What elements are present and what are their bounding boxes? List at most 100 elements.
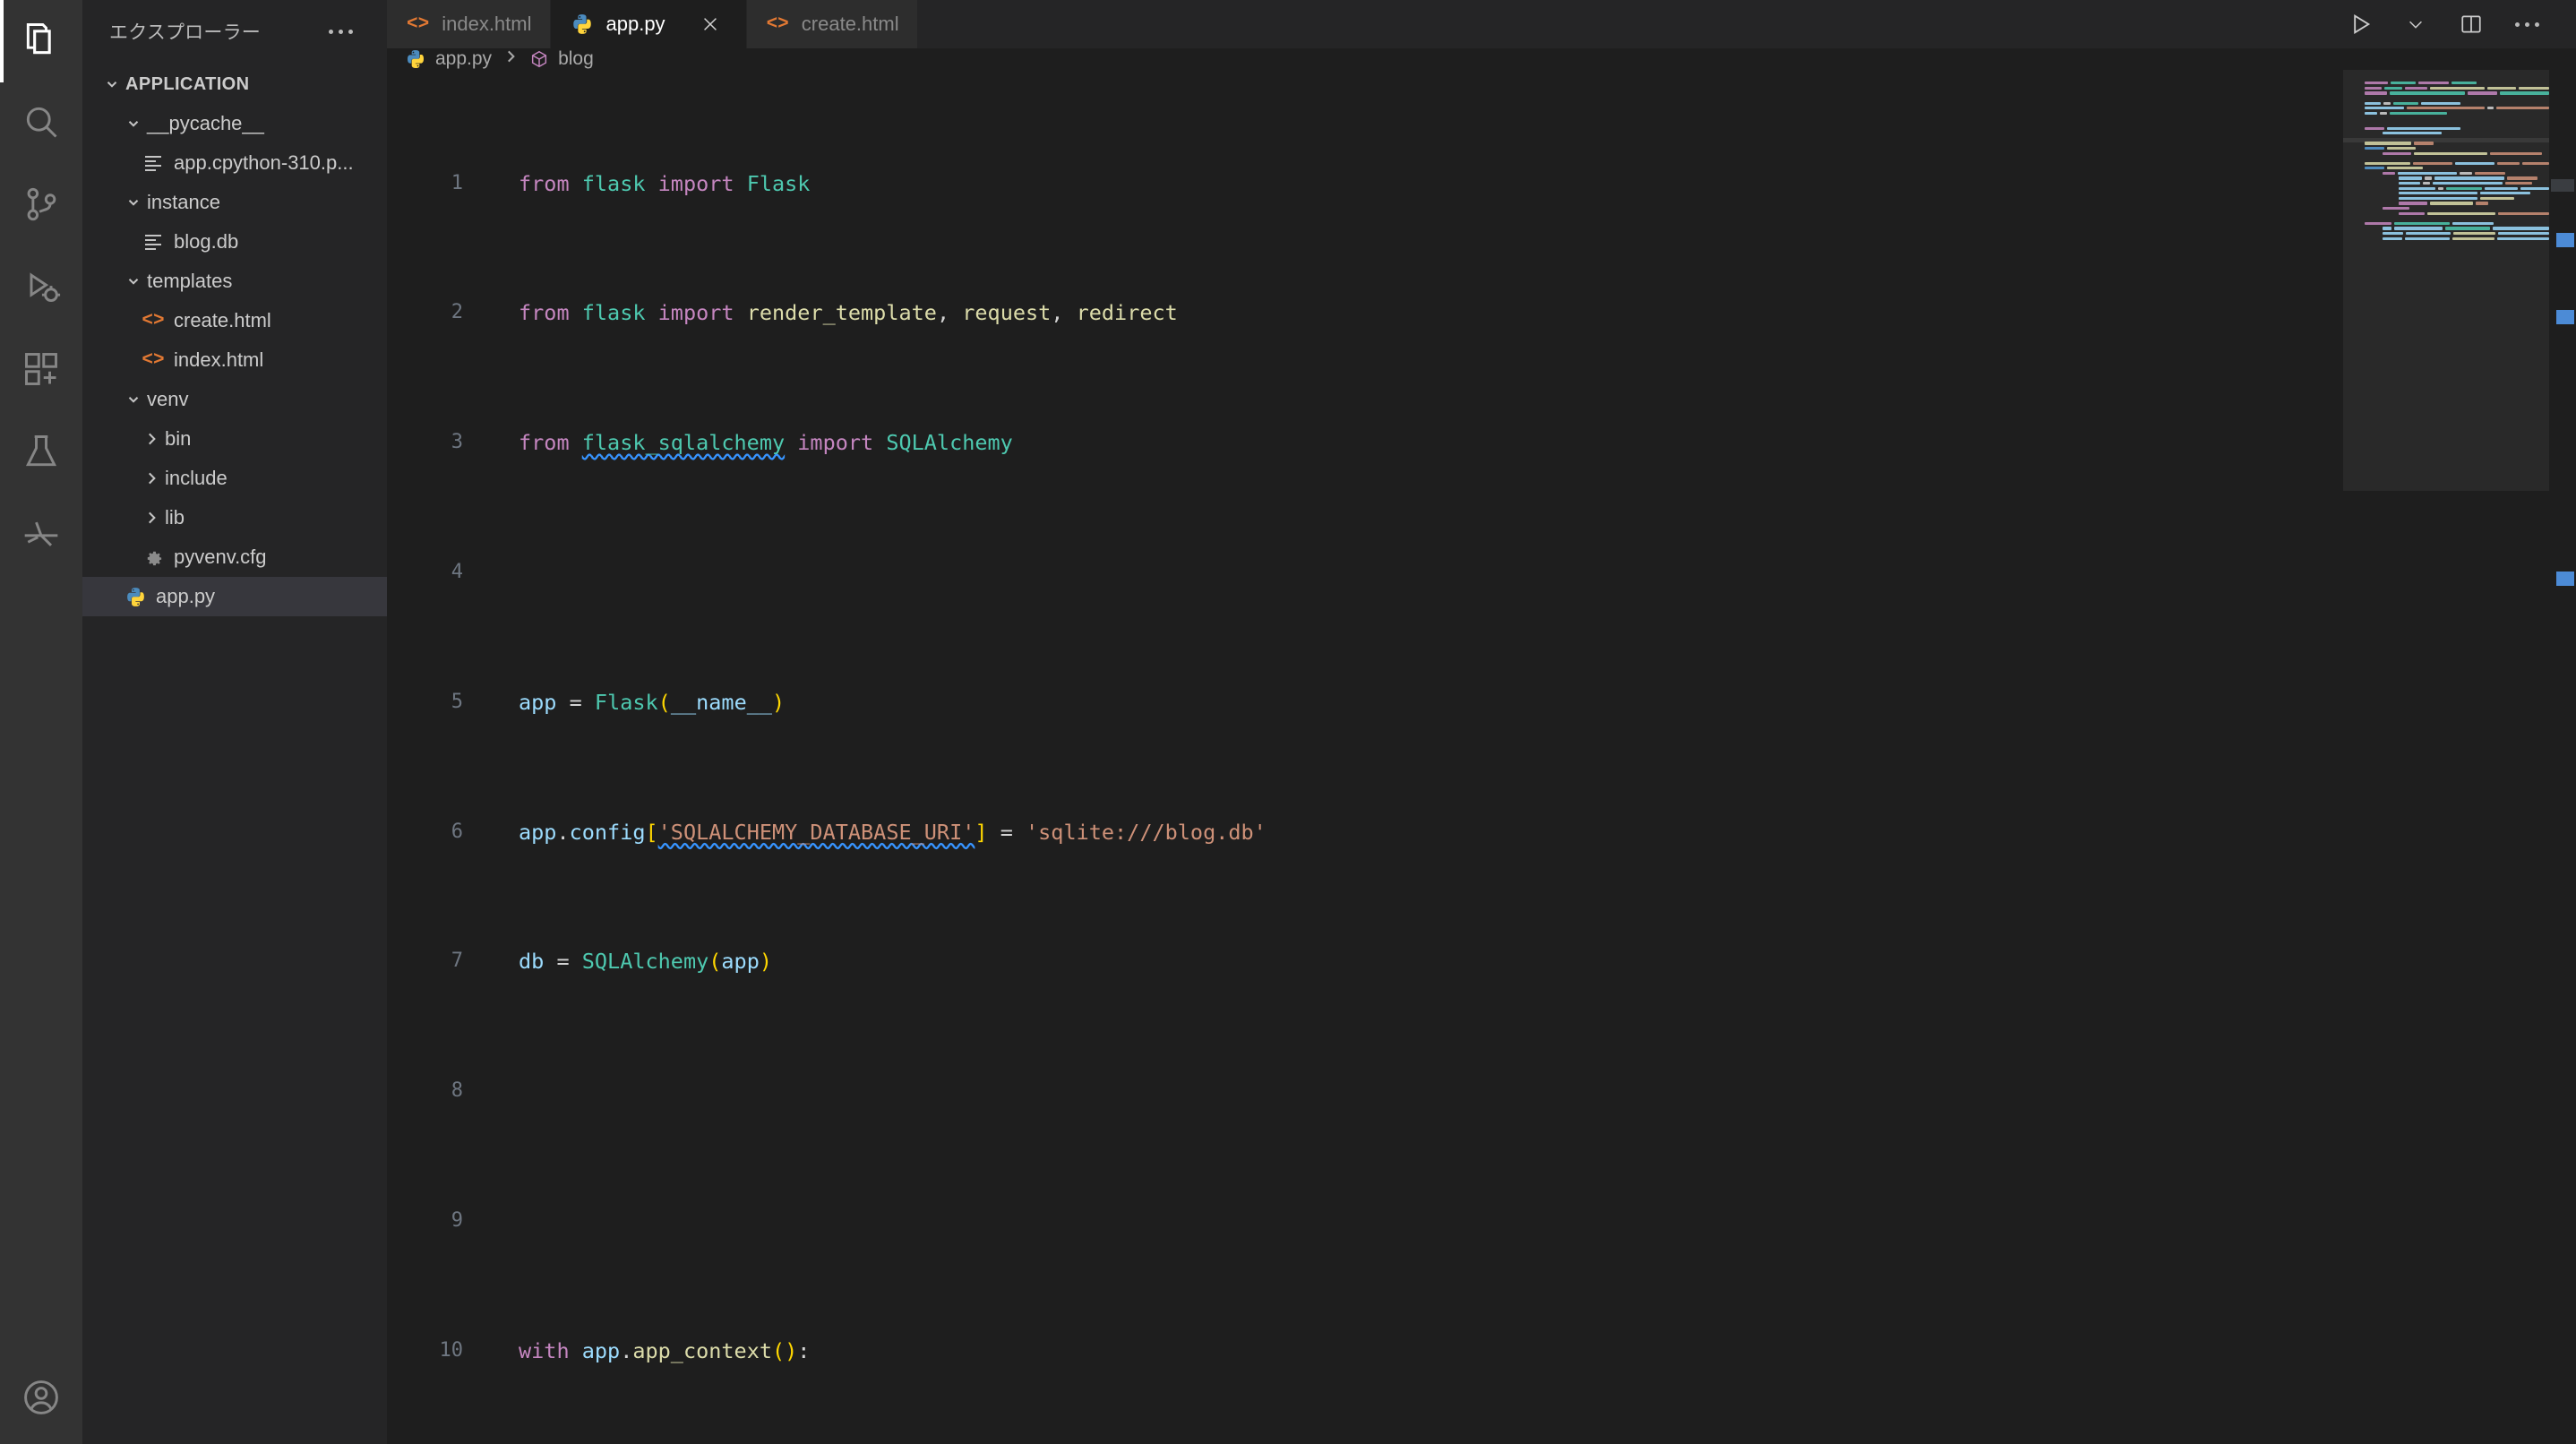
activity-item-accounts[interactable] bbox=[0, 1362, 82, 1444]
tab-create-html[interactable]: <> create.html bbox=[746, 0, 918, 48]
chevron-right-icon bbox=[502, 48, 519, 70]
tab-bar-empty-space bbox=[917, 0, 2336, 48]
breadcrumb-label: app.py bbox=[435, 48, 493, 69]
activity-item-source-control[interactable] bbox=[0, 165, 82, 247]
tree-item-app-py[interactable]: app.py bbox=[82, 577, 387, 616]
minimap-line bbox=[2343, 236, 2549, 241]
tree-item-instance[interactable]: instance bbox=[82, 183, 387, 222]
chevron-right-icon bbox=[138, 419, 165, 459]
chevron-right-icon bbox=[138, 498, 165, 537]
code-line[interactable]: 10 with app.app_context(): bbox=[387, 1335, 2576, 1367]
line-number: 6 bbox=[451, 820, 463, 843]
activity-item-search[interactable] bbox=[0, 82, 82, 165]
html-icon: <> bbox=[766, 13, 789, 35]
sidebar-header: エクスプローラー bbox=[82, 0, 387, 63]
code-line[interactable]: 8 bbox=[387, 1075, 2576, 1107]
activity-item-run-debug[interactable] bbox=[0, 247, 82, 330]
code-line[interactable]: 5 app = Flask(__name__) bbox=[387, 686, 2576, 718]
line-number: 10 bbox=[439, 1338, 464, 1362]
line-number: 1 bbox=[451, 171, 463, 194]
run-button[interactable] bbox=[2336, 0, 2384, 48]
breadcrumb-item-symbol[interactable]: blog bbox=[529, 48, 594, 70]
tree-item-pycache[interactable]: __pycache__ bbox=[82, 104, 387, 143]
tree-item-lib[interactable]: lib bbox=[82, 498, 387, 537]
tree-item-blog-db[interactable]: blog.db bbox=[82, 222, 387, 262]
decoration-marker bbox=[2556, 572, 2574, 586]
minimap[interactable] bbox=[2343, 70, 2549, 1444]
tab-index-html[interactable]: <> index.html bbox=[387, 0, 551, 48]
tree-item-include[interactable]: include bbox=[82, 459, 387, 498]
tab-label: create.html bbox=[801, 13, 899, 35]
tree-item-label: __pycache__ bbox=[147, 112, 264, 134]
activity-bar bbox=[0, 0, 82, 1444]
activity-item-explorer[interactable] bbox=[0, 0, 82, 82]
files-icon bbox=[21, 20, 61, 64]
file-tree: APPLICATION __pycache__ app.cpython-310.… bbox=[82, 63, 387, 1444]
close-icon[interactable] bbox=[692, 6, 728, 42]
code-editor[interactable]: 1 from flask import Flask 2 from flask imp… bbox=[387, 70, 2576, 1444]
code-scroll-area[interactable]: 1 from flask import Flask 2 from flask imp… bbox=[387, 70, 2576, 1444]
code-line[interactable]: 3 from flask_sqlalchemy import SQLAlchemy bbox=[387, 426, 2576, 459]
tab-label: index.html bbox=[442, 13, 532, 35]
code-content[interactable]: 1 from flask import Flask 2 from flask imp… bbox=[387, 70, 2576, 1444]
tree-item-venv[interactable]: venv bbox=[82, 380, 387, 419]
symbol-namespace-icon bbox=[529, 49, 549, 69]
code-line[interactable]: 4 bbox=[387, 556, 2576, 589]
html-icon: <> bbox=[142, 349, 165, 371]
tree-item-label: instance bbox=[147, 191, 220, 213]
activity-item-testing[interactable] bbox=[0, 412, 82, 494]
chevron-down-icon bbox=[120, 104, 147, 143]
line-number: 8 bbox=[451, 1079, 463, 1103]
decoration-marker bbox=[2556, 310, 2574, 324]
tree-item-create-html[interactable]: <> create.html bbox=[82, 301, 387, 340]
tree-item-index-html[interactable]: <> index.html bbox=[82, 340, 387, 380]
chevron-down-icon bbox=[99, 64, 125, 104]
more-actions-button[interactable] bbox=[2503, 0, 2551, 48]
tree-item-label: index.html bbox=[174, 348, 264, 371]
tree-item-bin[interactable]: bin bbox=[82, 419, 387, 459]
activity-item-remote-explorer[interactable] bbox=[0, 494, 82, 577]
tab-app-py[interactable]: app.py bbox=[550, 0, 747, 48]
tree-root-label: APPLICATION bbox=[125, 73, 250, 94]
line-number: 7 bbox=[451, 950, 463, 973]
breadcrumb: app.py blog bbox=[387, 48, 2576, 70]
tree-item-app-cpython[interactable]: app.cpython-310.p... bbox=[82, 143, 387, 183]
tab-bar: <> index.html app.py <> create.html bbox=[387, 0, 2576, 48]
html-icon: <> bbox=[142, 310, 165, 331]
tree-item-pyvenv-cfg[interactable]: pyvenv.cfg bbox=[82, 537, 387, 577]
sidebar-more-actions-button[interactable] bbox=[322, 22, 360, 41]
line-number: 4 bbox=[451, 561, 463, 583]
python-icon bbox=[571, 13, 594, 36]
run-options-chevron-down-icon[interactable] bbox=[2391, 0, 2440, 48]
python-icon bbox=[120, 577, 150, 616]
tree-item-templates[interactable]: templates bbox=[82, 262, 387, 301]
split-editor-button[interactable] bbox=[2447, 0, 2495, 48]
line-number: 9 bbox=[451, 1208, 463, 1232]
activity-item-extensions[interactable] bbox=[0, 330, 82, 412]
beaker-icon bbox=[21, 432, 61, 476]
code-line[interactable]: 1 from flask import Flask bbox=[387, 168, 2576, 200]
line-number: 3 bbox=[451, 431, 463, 454]
tree-item-label: pyvenv.cfg bbox=[174, 546, 267, 568]
breadcrumb-item-file[interactable]: app.py bbox=[405, 48, 492, 70]
run-debug-icon bbox=[21, 267, 61, 311]
code-line[interactable]: 9 bbox=[387, 1205, 2576, 1237]
database-icon bbox=[138, 222, 168, 262]
overview-marker bbox=[2551, 179, 2574, 192]
decoration-marker bbox=[2556, 233, 2574, 247]
remote-icon bbox=[21, 514, 61, 558]
code-line[interactable]: 7 db = SQLAlchemy(app) bbox=[387, 945, 2576, 977]
chevron-down-icon bbox=[120, 262, 147, 301]
code-line[interactable]: 2 from flask import render_template, requ… bbox=[387, 297, 2576, 329]
tree-root-application[interactable]: APPLICATION bbox=[82, 64, 387, 104]
html-icon: <> bbox=[407, 13, 430, 35]
overview-ruler[interactable] bbox=[2549, 70, 2576, 1444]
chevron-down-icon bbox=[120, 380, 147, 419]
tree-item-label: bin bbox=[165, 427, 192, 450]
search-icon bbox=[21, 102, 61, 146]
tree-item-label: blog.db bbox=[174, 230, 239, 253]
code-line[interactable]: 6 app.config['SQLALCHEMY_DATABASE_URI'] =… bbox=[387, 816, 2576, 848]
tree-item-label: templates bbox=[147, 270, 233, 292]
sidebar-title: エクスプローラー bbox=[109, 22, 261, 43]
tab-list: <> index.html app.py <> create.html bbox=[387, 0, 918, 48]
